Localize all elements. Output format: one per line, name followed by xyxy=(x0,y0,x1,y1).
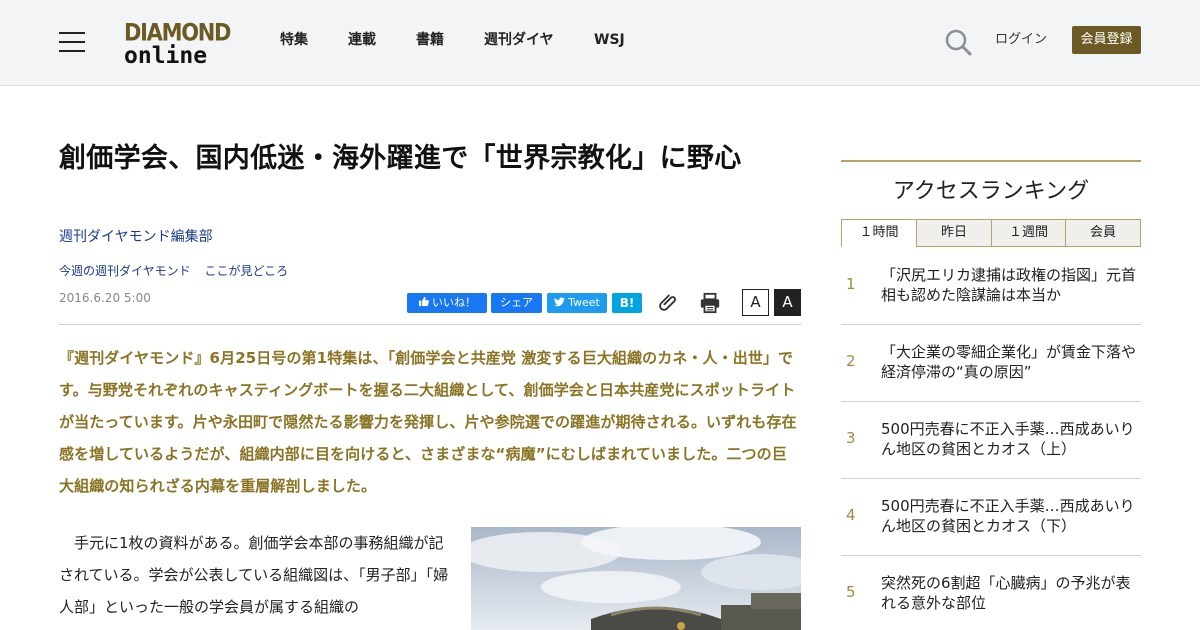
search-icon[interactable] xyxy=(944,28,972,56)
ranking-title[interactable]: 500円売春に不正入手薬…西成あいりん地区の貧困とカオス（上） xyxy=(881,419,1141,459)
series-links: 今週の週刊ダイヤモンド ここが見どころ xyxy=(59,263,298,279)
tab-1hour[interactable]: １時間 xyxy=(841,219,917,247)
series-link-weekly[interactable]: 今週の週刊ダイヤモンド xyxy=(59,264,191,278)
tweet-label: Tweet xyxy=(568,296,600,309)
article-body: 手元に1枚の資料がある。創価学会本部の事務組織が記されている。学会が公表している… xyxy=(59,534,449,616)
register-button[interactable]: 会員登録 xyxy=(1072,26,1141,54)
tweet-button[interactable]: Tweet xyxy=(547,293,607,313)
nav-item-wsj[interactable]: WSJ xyxy=(594,30,625,50)
paperclip-icon[interactable] xyxy=(658,291,680,313)
ranking-heading: アクセスランキング xyxy=(892,179,1090,204)
publish-date: 2016.6.20 5:00 xyxy=(59,291,151,305)
nav-item-books[interactable]: 書籍 xyxy=(416,30,444,50)
tab-1week[interactable]: １週間 xyxy=(991,219,1066,247)
hatena-bookmark-button[interactable]: B! xyxy=(612,293,642,313)
ranking-title[interactable]: 突然死の6割超「心臓病」の予兆が表れる意外な部位 xyxy=(881,573,1141,613)
ranking-title[interactable]: 「沢尻エリカ逮捕は政権の指図」元首相も認めた陰謀論は本当か xyxy=(881,265,1141,305)
ranking-item[interactable]: 3 500円売春に不正入手薬…西成あいりん地区の貧困とカオス（上） xyxy=(841,402,1141,479)
font-size-large-button[interactable]: A xyxy=(774,289,801,316)
ranking-number: 4 xyxy=(846,506,856,524)
ranking-top-border xyxy=(841,160,1141,162)
tab-members[interactable]: 会員 xyxy=(1065,219,1141,247)
ranking-item[interactable]: 1 「沢尻エリカ逮捕は政権の指図」元首相も認めた陰謀論は本当か xyxy=(841,248,1141,325)
font-size-small-button[interactable]: A xyxy=(742,289,769,316)
nav-item-series[interactable]: 連載 xyxy=(348,30,376,50)
logo-top-text: DIAMOND xyxy=(124,18,231,47)
ranking-title[interactable]: 500円売春に不正入手薬…西成あいりん地区の貧困とカオス（下） xyxy=(881,496,1141,536)
twitter-bird-icon xyxy=(554,297,565,307)
nav-item-feature[interactable]: 特集 xyxy=(280,30,308,50)
print-icon[interactable] xyxy=(699,292,721,314)
site-logo[interactable]: DIAMOND online xyxy=(124,18,231,69)
like-label: いいね！ xyxy=(432,296,476,309)
login-link[interactable]: ログイン xyxy=(995,31,1047,49)
ranking-number: 2 xyxy=(846,352,856,370)
ranking-number: 3 xyxy=(846,429,856,447)
ranking-item[interactable]: 4 500円売春に不正入手薬…西成あいりん地区の貧困とカオス（下） xyxy=(841,479,1141,556)
nav-item-weekly-diamond[interactable]: 週刊ダイヤ xyxy=(484,30,554,50)
access-ranking: アクセスランキング １時間 昨日 １週間 会員 1 「沢尻エリカ逮捕は政権の指図… xyxy=(841,160,1141,612)
ranking-number: 5 xyxy=(846,583,856,601)
facebook-like-button[interactable]: いいね！ xyxy=(407,293,487,313)
author-link[interactable]: 週刊ダイヤモンド編集部 xyxy=(59,228,213,246)
article-lead: 『週刊ダイヤモンド』6月25日号の第1特集は、「創価学会と共産党 激変する巨大組… xyxy=(59,349,797,495)
tab-yesterday[interactable]: 昨日 xyxy=(916,219,992,247)
facebook-share-button[interactable]: シェア xyxy=(491,293,542,313)
ranking-item[interactable]: 2 「大企業の零細企業化」が賃金下落や経済停滞の“真の原因” xyxy=(841,325,1141,402)
like-thumb-icon xyxy=(418,296,429,307)
logo-bottom-text: online xyxy=(124,43,208,69)
ranking-title[interactable]: 「大企業の零細企業化」が賃金下落や経済停滞の“真の原因” xyxy=(881,342,1141,382)
article-photo xyxy=(471,527,801,630)
article-title: 創価学会、国内低迷・海外躍進で「世界宗教化」に野心 xyxy=(59,143,742,174)
ranking-tabs: １時間 昨日 １週間 会員 xyxy=(841,219,1141,247)
ranking-item[interactable]: 5 突然死の6割超「心臓病」の予兆が表れる意外な部位 xyxy=(841,556,1141,630)
article-divider xyxy=(59,324,801,325)
site-header: DIAMOND online 特集 連載 書籍 週刊ダイヤ WSJ ログイン 会… xyxy=(0,0,1200,86)
ranking-number: 1 xyxy=(846,275,856,293)
series-link-highlights[interactable]: ここが見どころ xyxy=(204,264,288,278)
menu-icon[interactable] xyxy=(59,32,85,52)
